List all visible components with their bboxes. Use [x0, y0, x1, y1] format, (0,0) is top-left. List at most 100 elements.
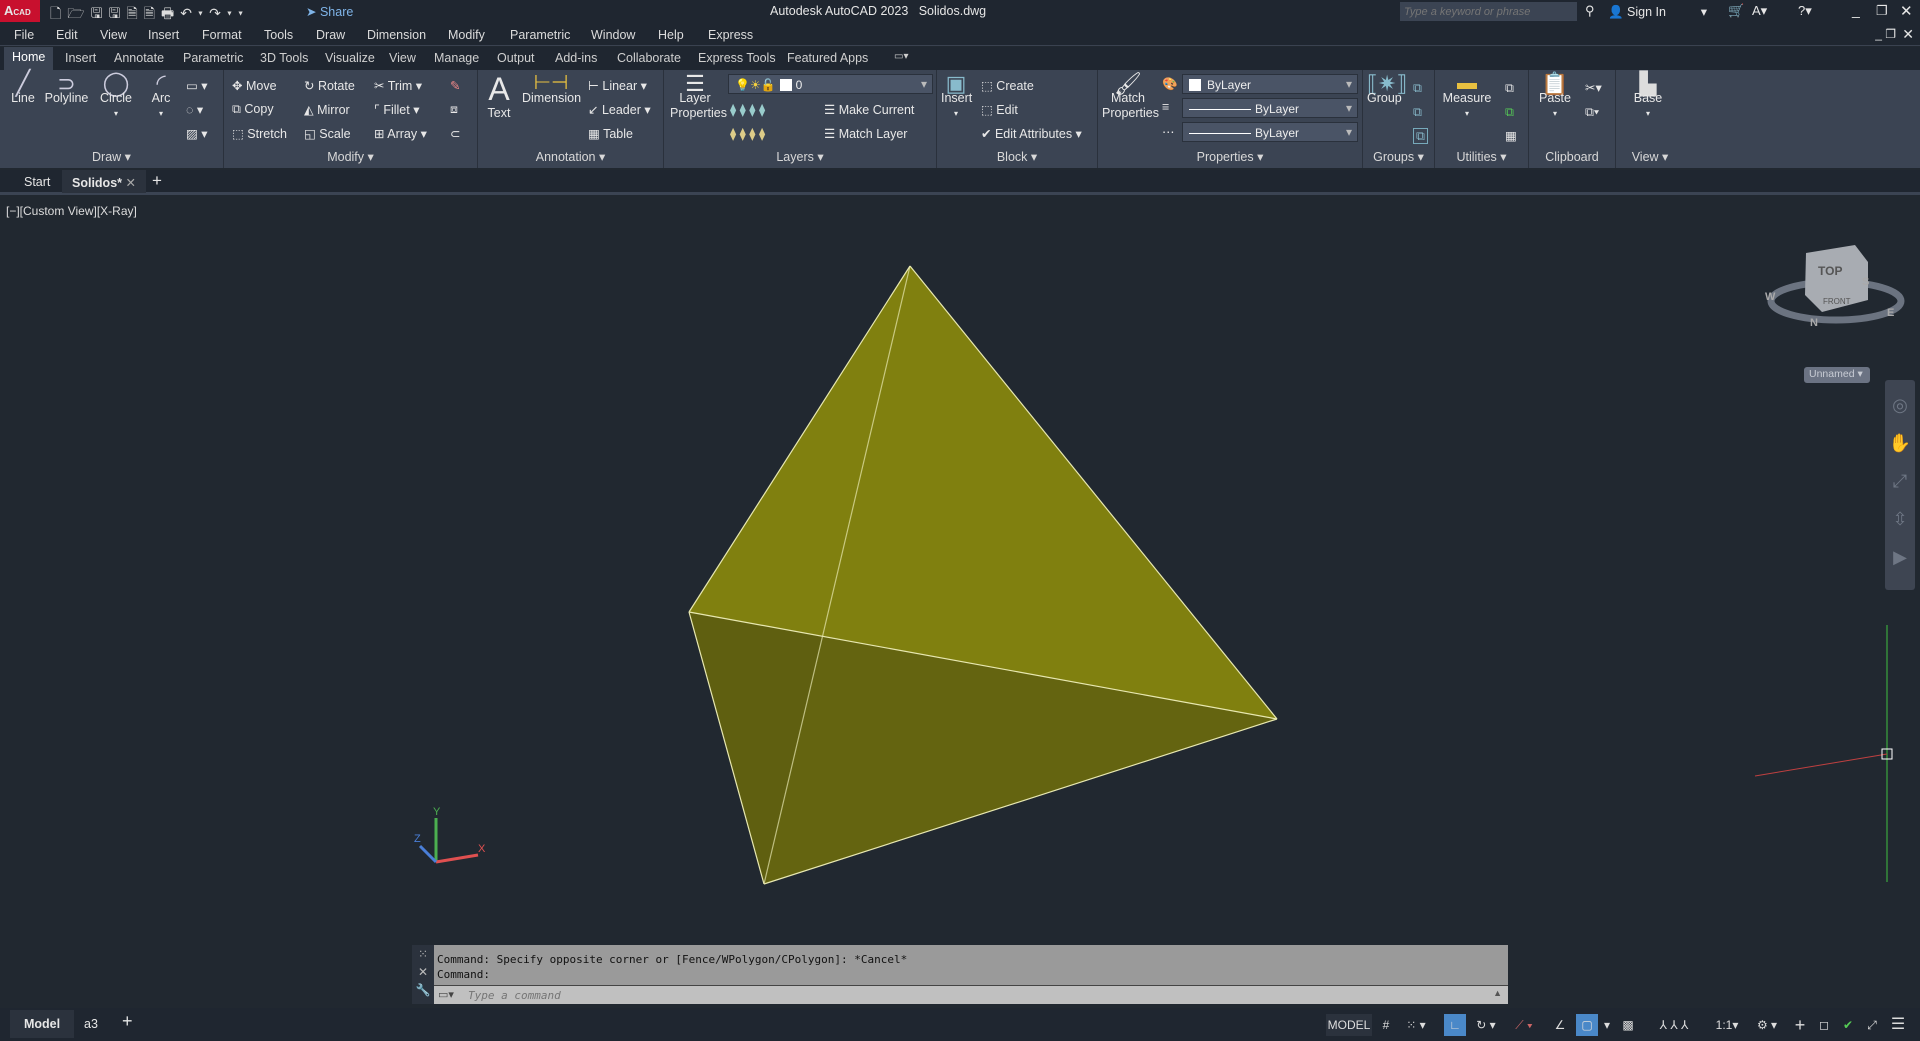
- group-button[interactable]: ⟦✷⟧ Group: [1367, 73, 1407, 106]
- sign-in-button[interactable]: 👤 Sign In ▾: [1608, 4, 1707, 20]
- isodraft-icon[interactable]: ⟋ ▾: [1508, 1014, 1540, 1036]
- doc-tab-solidos[interactable]: Solidos* ✕: [62, 170, 146, 193]
- polyline-button[interactable]: ⊃ Polyline: [44, 73, 89, 106]
- layer-tools-row2[interactable]: ⧫ ⧫ ⧫ ⧫: [730, 126, 765, 141]
- transparency-icon[interactable]: ▩: [1618, 1014, 1638, 1036]
- history-toggle-icon[interactable]: ▲: [1493, 988, 1502, 998]
- menu-draw[interactable]: Draw: [316, 28, 345, 42]
- array-button[interactable]: ⊞ Array ▾: [374, 126, 427, 141]
- command-input[interactable]: [468, 987, 1478, 1003]
- tab-annotate[interactable]: Annotate: [114, 51, 164, 65]
- doc-close-button[interactable]: ✕: [1902, 26, 1914, 43]
- tab-express-tools[interactable]: Express Tools: [698, 51, 776, 65]
- doc-tab-start[interactable]: Start: [24, 175, 50, 189]
- copy-button[interactable]: ⧉ Copy: [232, 102, 274, 117]
- menu-tools[interactable]: Tools: [264, 28, 293, 42]
- ortho-icon[interactable]: ∟: [1444, 1014, 1466, 1036]
- menu-insert[interactable]: Insert: [148, 28, 179, 42]
- leader-button[interactable]: ↙ Leader ▾: [588, 102, 651, 117]
- steering-wheel-icon[interactable]: ◎: [1885, 386, 1915, 424]
- menu-view[interactable]: View: [100, 28, 127, 42]
- snap-icon[interactable]: ⁙ ▾: [1400, 1014, 1432, 1036]
- stretch-button[interactable]: ⬚ Stretch: [232, 126, 287, 141]
- search-icon[interactable]: ⚲: [1585, 3, 1595, 19]
- layer-tools-row1[interactable]: ⧫ ⧫ ⧫ ⧫: [730, 102, 765, 117]
- make-current-button[interactable]: ☰ Make Current: [824, 102, 914, 117]
- explode-icon[interactable]: ⧈: [450, 102, 458, 117]
- group-tools[interactable]: ⧉ ⧉ ⧉: [1413, 76, 1428, 148]
- compass-e[interactable]: E: [1887, 307, 1894, 319]
- tab-parametric[interactable]: Parametric: [183, 51, 243, 65]
- customization-menu-icon[interactable]: ☰: [1886, 1014, 1910, 1036]
- tab-home[interactable]: Home: [4, 47, 54, 70]
- compass-n[interactable]: N: [1810, 317, 1818, 329]
- fullscreen-icon[interactable]: ⤢: [1862, 1014, 1882, 1036]
- hatch-icon[interactable]: ▨ ▾: [186, 126, 208, 141]
- rotate-button[interactable]: ↻ Rotate: [304, 78, 355, 93]
- menu-edit[interactable]: Edit: [56, 28, 78, 42]
- insert-block-button[interactable]: ▣ Insert ▾: [941, 73, 972, 121]
- table-button[interactable]: ▦ Table: [588, 126, 633, 141]
- view-panel-label[interactable]: View ▾: [1616, 149, 1684, 164]
- command-line-handle[interactable]: ⁙ ✕ 🔧: [412, 945, 434, 1004]
- help-icon[interactable]: ?▾: [1798, 3, 1812, 19]
- tab-visualize[interactable]: Visualize: [325, 51, 375, 65]
- close-command-icon[interactable]: ✕: [412, 963, 434, 981]
- annotation-panel-label[interactable]: Annotation ▾: [478, 149, 663, 164]
- layers-panel-label[interactable]: Layers ▾: [664, 149, 936, 164]
- base-view-button[interactable]: ▙ Base ▾: [1628, 73, 1668, 121]
- customize-icon[interactable]: 🔧: [412, 981, 434, 999]
- properties-panel-label[interactable]: Properties ▾: [1098, 149, 1362, 164]
- ellipse-icon[interactable]: ◌ ▾: [186, 102, 203, 117]
- text-button[interactable]: A Text: [486, 72, 512, 121]
- tab-featured-apps[interactable]: Featured Apps: [787, 51, 868, 65]
- grid-icon[interactable]: #: [1376, 1014, 1396, 1036]
- polar-icon[interactable]: ↻ ▾: [1470, 1014, 1502, 1036]
- named-view-dropdown[interactable]: Unnamed ▾: [1804, 367, 1870, 383]
- create-block-button[interactable]: ⬚ Create: [981, 78, 1034, 93]
- ucs-icon[interactable]: Y X Z: [414, 806, 486, 864]
- menu-help[interactable]: Help: [658, 28, 684, 42]
- modify-panel-label[interactable]: Modify ▾: [224, 149, 477, 164]
- measure-button[interactable]: ▬ Measure ▾: [1441, 73, 1493, 121]
- new-tab-button[interactable]: +: [152, 171, 162, 191]
- utilities-panel-label[interactable]: Utilities ▾: [1435, 149, 1528, 164]
- navigation-bar[interactable]: ◎ ✋ ⤢ ⇳ ▶: [1885, 380, 1915, 590]
- erase-icon[interactable]: ✎: [450, 78, 460, 93]
- arc-button[interactable]: ◜ Arc ▾: [147, 72, 175, 121]
- move-button[interactable]: ✥ Move: [232, 78, 277, 93]
- search-input[interactable]: [1400, 2, 1577, 21]
- scale-button[interactable]: ◱ Scale: [304, 126, 351, 141]
- groups-panel-label[interactable]: Groups ▾: [1363, 149, 1434, 164]
- doc-minimize-button[interactable]: _ ❐: [1875, 27, 1896, 41]
- tab-manage[interactable]: Manage: [434, 51, 479, 65]
- edit-attributes-button[interactable]: ✔ Edit Attributes ▾: [981, 126, 1082, 141]
- grip-icon[interactable]: ⁙: [412, 945, 434, 963]
- color-dropdown[interactable]: ByLayer: [1182, 74, 1358, 94]
- tab-collaborate[interactable]: Collaborate: [617, 51, 681, 65]
- close-button[interactable]: ✕: [1900, 2, 1913, 20]
- minimize-button[interactable]: _: [1852, 2, 1860, 18]
- viewcube-top-label[interactable]: TOP: [1818, 264, 1842, 278]
- tab-output[interactable]: Output: [497, 51, 535, 65]
- ribbon-display-toggle[interactable]: ▭▾: [894, 51, 908, 62]
- circle-button[interactable]: ◯ Circle ▾: [97, 72, 135, 121]
- block-panel-label[interactable]: Block ▾: [937, 149, 1097, 164]
- menu-file[interactable]: File: [14, 28, 34, 42]
- linear-button[interactable]: ⊢ Linear ▾: [588, 78, 647, 93]
- workspace-gear-icon[interactable]: ⚙ ▾: [1750, 1014, 1784, 1036]
- units-icon[interactable]: ◻: [1814, 1014, 1834, 1036]
- close-tab-icon[interactable]: ✕: [126, 176, 136, 190]
- object-snap-icon[interactable]: ▢: [1576, 1014, 1598, 1036]
- showmotion-icon[interactable]: ▶: [1885, 538, 1915, 576]
- fillet-button[interactable]: ⌜ Fillet ▾: [374, 102, 420, 117]
- line-button[interactable]: ╱ Line: [8, 72, 38, 106]
- tab-add-ins[interactable]: Add-ins: [555, 51, 597, 65]
- new-layout-button[interactable]: +: [122, 1011, 133, 1032]
- compass-s[interactable]: S: [1862, 276, 1869, 288]
- utility-tools[interactable]: ⧉ ⧉ ▦: [1505, 76, 1517, 148]
- restore-button[interactable]: ❐: [1876, 3, 1888, 19]
- annotation-scale-dropdown[interactable]: 1:1▾: [1712, 1014, 1742, 1036]
- menu-dimension[interactable]: Dimension: [367, 28, 426, 42]
- dynamic-ucs-icon[interactable]: ∠: [1550, 1014, 1570, 1036]
